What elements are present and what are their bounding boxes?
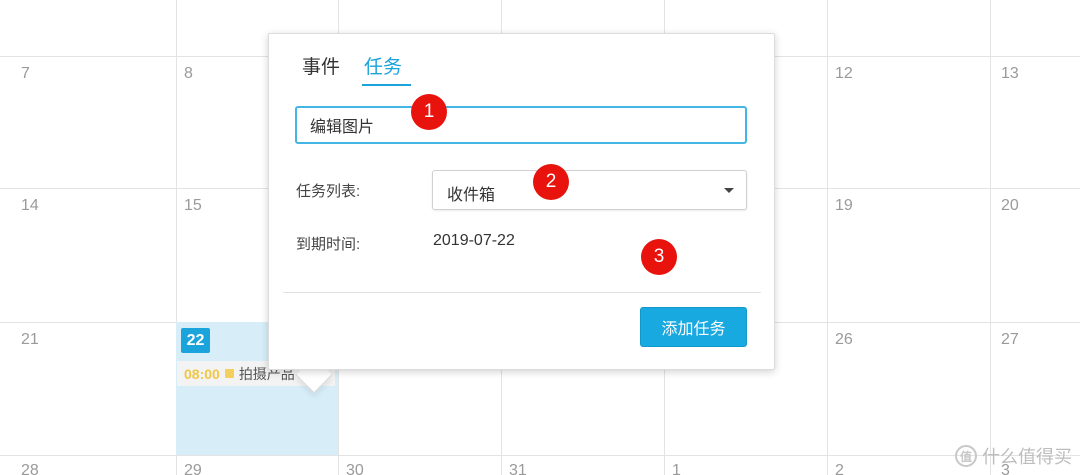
popup-divider	[283, 292, 761, 293]
calendar-cell[interactable]: 30	[338, 455, 502, 475]
day-number: 12	[835, 65, 853, 82]
watermark: 值 什么值得买	[955, 443, 1072, 469]
day-number: 13	[1001, 65, 1019, 82]
calendar-cell[interactable]: 27	[990, 322, 1080, 456]
day-number: 8	[184, 65, 193, 82]
day-number: 20	[1001, 197, 1019, 214]
active-tab-indicator	[362, 84, 411, 86]
due-date-label: 到期时间:	[296, 236, 361, 253]
annotation-marker-3: 3	[641, 239, 677, 275]
day-number: 15	[184, 197, 202, 214]
watermark-text: 什么值得买	[982, 447, 1072, 467]
day-number: 1	[672, 462, 681, 475]
today-badge: 22	[181, 328, 210, 353]
new-item-popup: 事件 任务 任务列表: 收件箱 到期时间: 2019-07-22 添加任务	[268, 33, 775, 370]
tab-task[interactable]: 任务	[364, 52, 402, 79]
task-list-select[interactable]: 收件箱	[432, 170, 747, 210]
calendar-cell[interactable]: 21	[0, 322, 177, 456]
calendar-cell[interactable]: 19	[827, 188, 991, 323]
calendar-cell[interactable]: 12	[827, 56, 991, 189]
day-number: 31	[509, 462, 527, 475]
calendar-cell[interactable]: 28	[0, 455, 177, 475]
day-number: 29	[184, 462, 202, 475]
calendar-cell[interactable]	[0, 0, 177, 57]
day-number: 2	[835, 462, 844, 475]
day-number: 27	[1001, 331, 1019, 348]
calendar-cell[interactable]: 31	[501, 455, 665, 475]
day-number: 21	[21, 331, 39, 348]
task-list-value: 收件箱	[447, 187, 496, 204]
calendar-cell[interactable]: 13	[990, 56, 1080, 189]
calendar-cell[interactable]: 26	[827, 322, 991, 456]
calendar-cell[interactable]	[827, 0, 991, 57]
due-date-value[interactable]: 2019-07-22	[433, 232, 515, 250]
watermark-logo-icon: 值	[955, 445, 977, 467]
calendar-cell[interactable]	[990, 0, 1080, 57]
day-number: 26	[835, 331, 853, 348]
calendar-screen: 7 8 9 10 11 12 13 14 15 16 17 18 19 20 2…	[0, 0, 1080, 475]
calendar-cell[interactable]: 1	[664, 455, 828, 475]
day-number: 19	[835, 197, 853, 214]
caret-down-icon	[724, 188, 734, 193]
calendar-cell[interactable]: 14	[0, 188, 177, 323]
task-list-label: 任务列表:	[296, 183, 361, 200]
day-number: 28	[21, 462, 39, 475]
calendar-cell[interactable]: 20	[990, 188, 1080, 323]
event-time: 08:00	[184, 365, 220, 382]
calendar-cell[interactable]: 29	[176, 455, 339, 475]
day-number: 14	[21, 197, 39, 214]
task-title-input[interactable]	[295, 106, 747, 144]
event-color-dot	[224, 369, 234, 378]
add-task-button[interactable]: 添加任务	[640, 307, 747, 347]
day-number: 30	[346, 462, 364, 475]
annotation-marker-2: 2	[533, 164, 569, 200]
tab-event[interactable]: 事件	[302, 52, 340, 79]
day-number: 7	[21, 65, 30, 82]
annotation-marker-1: 1	[411, 94, 447, 130]
calendar-cell[interactable]: 7	[0, 56, 177, 189]
